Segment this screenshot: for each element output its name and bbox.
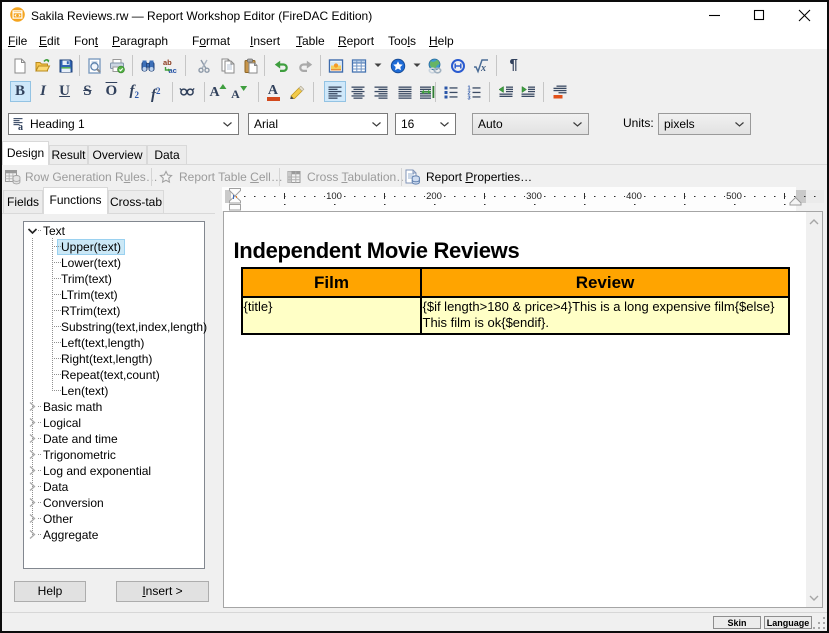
svg-text:x: x <box>480 63 486 74</box>
svg-text:3: 3 <box>467 95 470 100</box>
svg-text:a: a <box>18 122 23 132</box>
